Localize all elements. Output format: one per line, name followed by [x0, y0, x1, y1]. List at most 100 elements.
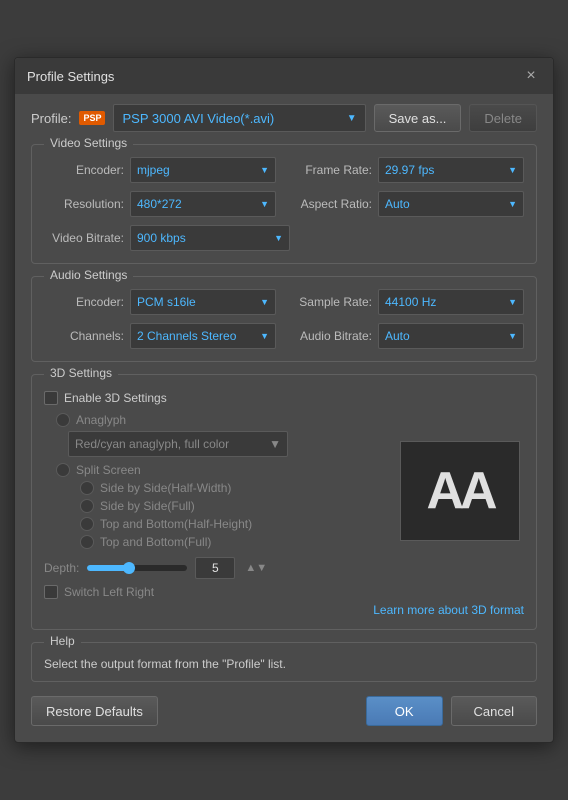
3d-settings-section: 3D Settings Enable 3D Settings Anaglyph … — [31, 374, 537, 630]
anaglyph-radio-row: Anaglyph — [56, 413, 388, 427]
resolution-value: 480*272 — [137, 197, 182, 211]
depth-slider[interactable] — [87, 565, 187, 571]
frame-rate-label: Frame Rate: — [292, 163, 372, 177]
depth-stepper[interactable]: ▲▼ — [245, 562, 267, 574]
side-by-side-half-radio[interactable] — [80, 481, 94, 495]
side-by-side-full-row: Side by Side(Full) — [80, 499, 388, 513]
restore-defaults-button[interactable]: Restore Defaults — [31, 696, 158, 726]
frame-rate-row: Frame Rate: 29.97 fps ▼ — [292, 157, 524, 183]
audio-bitrate-value: Auto — [385, 329, 410, 343]
enable-3d-checkbox[interactable] — [44, 391, 58, 405]
video-settings-grid: Encoder: mjpeg ▼ Frame Rate: 29.97 fps ▼… — [44, 157, 524, 217]
audio-encoder-row: Encoder: PCM s16le ▼ — [44, 289, 276, 315]
video-bitrate-dropdown[interactable]: 900 kbps ▼ — [130, 225, 290, 251]
audio-encoder-arrow: ▼ — [260, 297, 269, 307]
video-bitrate-value: 900 kbps — [137, 231, 186, 245]
sample-rate-dropdown[interactable]: 44100 Hz ▼ — [378, 289, 524, 315]
ok-button[interactable]: OK — [366, 696, 443, 726]
split-screen-label: Split Screen — [76, 463, 141, 477]
top-bottom-half-radio[interactable] — [80, 517, 94, 531]
aspect-ratio-label: Aspect Ratio: — [292, 197, 372, 211]
depth-input[interactable]: 5 — [195, 557, 235, 579]
encoder-arrow: ▼ — [260, 165, 269, 175]
channels-arrow: ▼ — [260, 331, 269, 341]
split-screen-radio-row: Split Screen — [56, 463, 388, 477]
audio-bitrate-dropdown[interactable]: Auto ▼ — [378, 323, 524, 349]
side-by-side-full-radio[interactable] — [80, 499, 94, 513]
video-bitrate-label: Video Bitrate: — [44, 231, 124, 245]
encoder-label: Encoder: — [44, 163, 124, 177]
anaglyph-value: Red/cyan anaglyph, full color — [75, 437, 229, 451]
footer-row: Restore Defaults OK Cancel — [31, 696, 537, 726]
title-bar: Profile Settings × — [15, 58, 553, 94]
side-by-side-half-row: Side by Side(Half-Width) — [80, 481, 388, 495]
enable-3d-row: Enable 3D Settings — [44, 391, 388, 405]
aspect-ratio-dropdown[interactable]: Auto ▼ — [378, 191, 524, 217]
delete-button[interactable]: Delete — [469, 104, 537, 132]
aspect-ratio-row: Aspect Ratio: Auto ▼ — [292, 191, 524, 217]
top-bottom-full-row: Top and Bottom(Full) — [80, 535, 388, 549]
save-as-button[interactable]: Save as... — [374, 104, 462, 132]
audio-encoder-label: Encoder: — [44, 295, 124, 309]
3d-settings-title: 3D Settings — [44, 366, 118, 380]
help-text: Select the output format from the "Profi… — [44, 657, 524, 671]
audio-bitrate-arrow: ▼ — [508, 331, 517, 341]
video-bitrate-row: Video Bitrate: 900 kbps ▼ — [44, 225, 524, 251]
encoder-row: Encoder: mjpeg ▼ — [44, 157, 276, 183]
anaglyph-radio[interactable] — [56, 413, 70, 427]
frame-rate-value: 29.97 fps — [385, 163, 434, 177]
split-screen-radio[interactable] — [56, 463, 70, 477]
audio-encoder-value: PCM s16le — [137, 295, 196, 309]
encoder-value: mjpeg — [137, 163, 170, 177]
split-options: Side by Side(Half-Width) Side by Side(Fu… — [56, 481, 388, 549]
resolution-dropdown[interactable]: 480*272 ▼ — [130, 191, 276, 217]
switch-lr-label: Switch Left Right — [64, 585, 154, 599]
learn-more-link[interactable]: Learn more about 3D format — [373, 603, 524, 617]
encoder-dropdown[interactable]: mjpeg ▼ — [130, 157, 276, 183]
audio-bitrate-row: Audio Bitrate: Auto ▼ — [292, 323, 524, 349]
depth-row: Depth: 5 ▲▼ — [44, 557, 388, 579]
preview-text: AA — [426, 461, 493, 521]
audio-bitrate-label: Audio Bitrate: — [292, 329, 372, 343]
profile-dropdown[interactable]: PSP 3000 AVI Video(*.avi) ▼ — [113, 104, 365, 132]
anaglyph-dropdown[interactable]: Red/cyan anaglyph, full color ▼ — [68, 431, 288, 457]
depth-slider-thumb[interactable] — [123, 562, 135, 574]
channels-dropdown[interactable]: 2 Channels Stereo ▼ — [130, 323, 276, 349]
resolution-row: Resolution: 480*272 ▼ — [44, 191, 276, 217]
side-by-side-full-label: Side by Side(Full) — [100, 499, 195, 513]
profile-type-icon: PSP — [79, 111, 105, 125]
anaglyph-label: Anaglyph — [76, 413, 126, 427]
audio-settings-grid: Encoder: PCM s16le ▼ Sample Rate: 44100 … — [44, 289, 524, 349]
video-settings-section: Video Settings Encoder: mjpeg ▼ Frame Ra… — [31, 144, 537, 264]
dialog-body: Profile: PSP PSP 3000 AVI Video(*.avi) ▼… — [15, 94, 553, 742]
video-bitrate-arrow: ▼ — [274, 233, 283, 243]
3d-preview: AA — [400, 383, 524, 599]
frame-rate-dropdown[interactable]: 29.97 fps ▼ — [378, 157, 524, 183]
3d-preview-box: AA — [400, 441, 520, 541]
profile-dropdown-arrow: ▼ — [347, 113, 357, 124]
side-by-side-half-label: Side by Side(Half-Width) — [100, 481, 231, 495]
aspect-ratio-arrow: ▼ — [508, 199, 517, 209]
depth-slider-fill — [87, 565, 127, 571]
close-button[interactable]: × — [521, 66, 541, 86]
help-title: Help — [44, 634, 81, 648]
switch-lr-checkbox[interactable] — [44, 585, 58, 599]
sample-rate-value: 44100 Hz — [385, 295, 436, 309]
profile-settings-dialog: Profile Settings × Profile: PSP PSP 3000… — [14, 57, 554, 743]
audio-settings-title: Audio Settings — [44, 268, 133, 282]
profile-value: PSP 3000 AVI Video(*.avi) — [122, 111, 274, 126]
dialog-title: Profile Settings — [27, 69, 114, 84]
profile-label: Profile: — [31, 111, 71, 126]
switch-lr-row: Switch Left Right — [44, 585, 388, 599]
video-settings-title: Video Settings — [44, 136, 133, 150]
3d-layout: Enable 3D Settings Anaglyph Red/cyan ana… — [44, 383, 524, 599]
top-bottom-full-radio[interactable] — [80, 535, 94, 549]
top-bottom-half-row: Top and Bottom(Half-Height) — [80, 517, 388, 531]
audio-encoder-dropdown[interactable]: PCM s16le ▼ — [130, 289, 276, 315]
cancel-button[interactable]: Cancel — [451, 696, 537, 726]
depth-value: 5 — [212, 561, 219, 575]
depth-label: Depth: — [44, 561, 79, 575]
channels-row: Channels: 2 Channels Stereo ▼ — [44, 323, 276, 349]
top-bottom-full-label: Top and Bottom(Full) — [100, 535, 211, 549]
top-bottom-half-label: Top and Bottom(Half-Height) — [100, 517, 252, 531]
